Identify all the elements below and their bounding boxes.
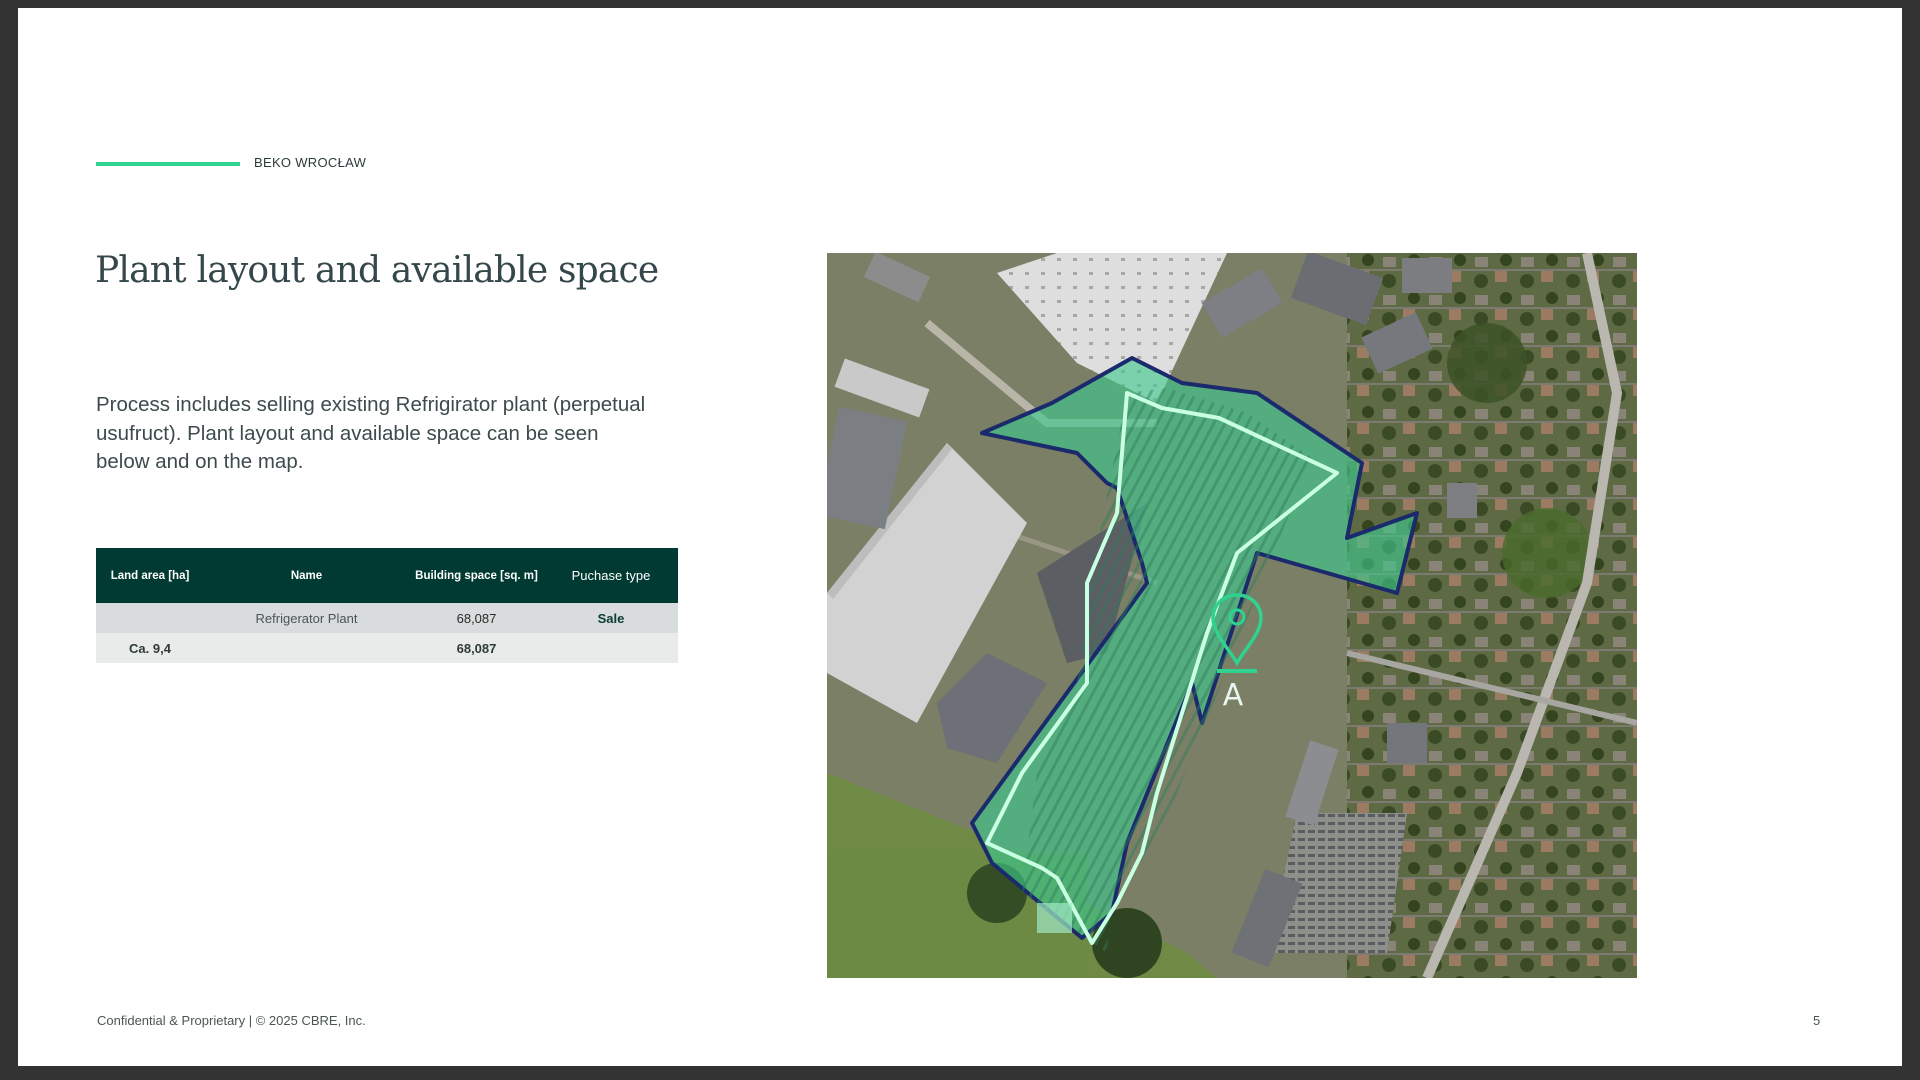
cell-building-space-total: 68,087 (409, 633, 544, 663)
table-header-row: Land area [ha] Name Building space [sq. … (96, 548, 678, 603)
header-building-space: Building space [sq. m] (409, 548, 544, 603)
header-name: Name (204, 548, 409, 603)
aerial-site-map[interactable]: A (827, 253, 1637, 978)
page-number: 5 (1813, 1013, 1821, 1028)
table-row: Refrigerator Plant 68,087 Sale (96, 603, 678, 633)
cell-land-area (96, 603, 204, 633)
cell-purchase-type: Sale (544, 603, 678, 633)
header-purchase-type: Puchase type (544, 548, 678, 603)
map-svg: A (827, 253, 1637, 978)
cell-purchase-type-total (544, 633, 678, 663)
cell-building-space: 68,087 (409, 603, 544, 633)
accent-line (96, 162, 240, 166)
header-land-area: Land area [ha] (96, 548, 204, 603)
page-title: Plant layout and available space (95, 250, 659, 291)
slide: BEKO WROCŁAW Plant layout and available … (18, 8, 1902, 1066)
space-table: Land area [ha] Name Building space [sq. … (96, 548, 678, 663)
marker-label: A (1223, 678, 1244, 713)
section-eyebrow: BEKO WROCŁAW (254, 155, 367, 170)
description-paragraph: Process includes selling existing Refrig… (96, 393, 646, 473)
footer-text: Confidential & Proprietary | © 2025 CBRE… (97, 1013, 366, 1028)
table-total-row: Ca. 9,4 68,087 (96, 633, 678, 663)
cell-land-area-total: Ca. 9,4 (96, 633, 204, 663)
cell-name-total (204, 633, 409, 663)
cell-name: Refrigerator Plant (204, 603, 409, 633)
